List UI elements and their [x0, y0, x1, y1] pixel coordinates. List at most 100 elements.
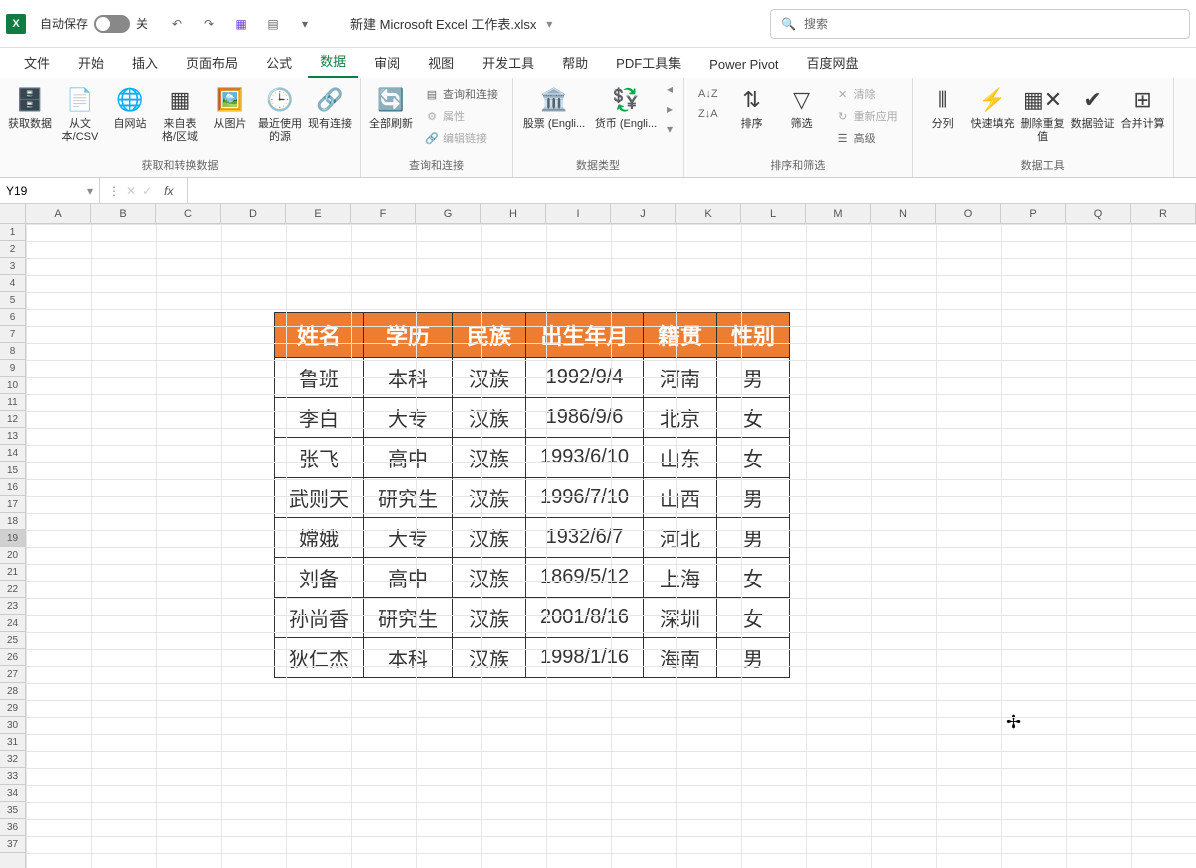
column-header-Q[interactable]: Q: [1066, 204, 1131, 223]
column-header-P[interactable]: P: [1001, 204, 1066, 223]
autosave-control[interactable]: 自动保存 关: [40, 15, 148, 33]
row-header-16[interactable]: 16: [0, 479, 25, 496]
row-header-34[interactable]: 34: [0, 785, 25, 802]
recent-sources-button[interactable]: 🕒最近使用的源: [256, 82, 304, 146]
row-header-24[interactable]: 24: [0, 615, 25, 632]
tab-file[interactable]: 文件: [12, 47, 62, 78]
grid-icon[interactable]: ▤: [264, 15, 282, 33]
redo-icon[interactable]: ↷: [200, 15, 218, 33]
tab-view[interactable]: 视图: [416, 47, 466, 78]
column-header-F[interactable]: F: [351, 204, 416, 223]
cancel-formula-icon[interactable]: ✕: [126, 184, 136, 198]
table-cell[interactable]: 男: [717, 518, 790, 558]
sort-button[interactable]: ⇅排序: [728, 82, 776, 133]
column-header-H[interactable]: H: [481, 204, 546, 223]
column-header-L[interactable]: L: [741, 204, 806, 223]
sort-asc-button[interactable]: A↓Z: [694, 86, 722, 102]
table-cell[interactable]: 汉族: [453, 398, 526, 438]
column-header-G[interactable]: G: [416, 204, 481, 223]
from-text-button[interactable]: 📄从文本/CSV: [56, 82, 104, 146]
flash-fill-button[interactable]: ⚡快速填充: [969, 82, 1017, 133]
row-header-13[interactable]: 13: [0, 428, 25, 445]
row-header-33[interactable]: 33: [0, 768, 25, 785]
properties-button[interactable]: ⚙属性: [421, 106, 502, 126]
row-header-2[interactable]: 2: [0, 241, 25, 258]
row-header-30[interactable]: 30: [0, 717, 25, 734]
table-cell[interactable]: 山西: [644, 478, 717, 518]
row-header-26[interactable]: 26: [0, 649, 25, 666]
from-table-button[interactable]: ▦来自表格/区域: [156, 82, 204, 146]
tab-baidu[interactable]: 百度网盘: [795, 47, 871, 78]
sort-desc-button[interactable]: Z↓A: [694, 106, 722, 122]
column-header-B[interactable]: B: [91, 204, 156, 223]
row-header-31[interactable]: 31: [0, 734, 25, 751]
column-header-C[interactable]: C: [156, 204, 221, 223]
stocks-button[interactable]: 🏛️股票 (Engli...: [519, 82, 589, 133]
title-dropdown-icon[interactable]: ▾: [546, 17, 552, 31]
row-header-32[interactable]: 32: [0, 751, 25, 768]
clear-filter-button[interactable]: ✕清除: [832, 84, 902, 104]
tab-pdf[interactable]: PDF工具集: [604, 47, 693, 78]
table-cell[interactable]: 1986/9/6: [526, 398, 644, 438]
table-cell[interactable]: 大专: [364, 518, 453, 558]
search-box[interactable]: 🔍 搜索: [770, 9, 1190, 39]
get-data-button[interactable]: 🗄️获取数据: [6, 82, 54, 133]
datatypes-prev-icon[interactable]: ◂: [667, 82, 673, 96]
row-header-35[interactable]: 35: [0, 802, 25, 819]
row-header-37[interactable]: 37: [0, 836, 25, 853]
filter-button[interactable]: ▽筛选: [778, 82, 826, 133]
datatypes-next-icon[interactable]: ▸: [667, 102, 673, 116]
row-header-4[interactable]: 4: [0, 275, 25, 292]
tab-home[interactable]: 开始: [66, 47, 116, 78]
tab-insert[interactable]: 插入: [120, 47, 170, 78]
row-header-22[interactable]: 22: [0, 581, 25, 598]
qat-more-icon[interactable]: ▾: [296, 15, 314, 33]
edit-links-button[interactable]: 🔗编辑链接: [421, 128, 502, 148]
data-validation-button[interactable]: ✔数据验证: [1069, 82, 1117, 133]
table-cell[interactable]: 男: [717, 638, 790, 678]
row-header-36[interactable]: 36: [0, 819, 25, 836]
row-header-19[interactable]: 19: [0, 530, 25, 547]
table-cell[interactable]: 北京: [644, 398, 717, 438]
table-cell[interactable]: 女: [717, 398, 790, 438]
currency-button[interactable]: 💱货币 (Engli...: [591, 82, 661, 133]
row-header-11[interactable]: 11: [0, 394, 25, 411]
tab-powerpivot[interactable]: Power Pivot: [697, 51, 790, 78]
row-header-3[interactable]: 3: [0, 258, 25, 275]
table-cell[interactable]: 汉族: [453, 478, 526, 518]
reapply-button[interactable]: ↻重新应用: [832, 106, 902, 126]
column-header-I[interactable]: I: [546, 204, 611, 223]
column-header-D[interactable]: D: [221, 204, 286, 223]
name-box-dropdown-icon[interactable]: ▾: [87, 184, 93, 198]
row-header-20[interactable]: 20: [0, 547, 25, 564]
table-cell[interactable]: 研究生: [364, 478, 453, 518]
row-header-14[interactable]: 14: [0, 445, 25, 462]
text-to-columns-button[interactable]: ⫴分列: [919, 82, 967, 133]
spreadsheet-grid[interactable]: ABCDEFGHIJKLMNOPQR 123456789101112131415…: [0, 204, 1196, 868]
row-header-29[interactable]: 29: [0, 700, 25, 717]
from-web-button[interactable]: 🌐自网站: [106, 82, 154, 133]
column-header-O[interactable]: O: [936, 204, 1001, 223]
datatypes-more-icon[interactable]: ▾: [667, 122, 673, 136]
autosave-toggle[interactable]: [94, 15, 130, 33]
table-cell[interactable]: 1993/6/10: [526, 438, 644, 478]
tab-data[interactable]: 数据: [308, 45, 358, 78]
name-box[interactable]: ▾: [0, 178, 100, 203]
column-header-M[interactable]: M: [806, 204, 871, 223]
row-header-12[interactable]: 12: [0, 411, 25, 428]
select-all-corner[interactable]: [0, 204, 26, 224]
column-header-K[interactable]: K: [676, 204, 741, 223]
advanced-filter-button[interactable]: ☰高级: [832, 128, 902, 148]
table-cell[interactable]: 河北: [644, 518, 717, 558]
table-cell[interactable]: 汉族: [453, 518, 526, 558]
remove-duplicates-button[interactable]: ▦✕删除重复值: [1019, 82, 1067, 146]
tab-review[interactable]: 审阅: [362, 47, 412, 78]
table-cell[interactable]: 本科: [364, 638, 453, 678]
tab-developer[interactable]: 开发工具: [470, 47, 546, 78]
row-header-7[interactable]: 7: [0, 326, 25, 343]
cells-area[interactable]: 姓名学历民族出生年月籍贯性别 鲁班本科汉族1992/9/4河南男李白大专汉族19…: [26, 224, 1196, 868]
table-cell[interactable]: 汉族: [453, 638, 526, 678]
column-header-N[interactable]: N: [871, 204, 936, 223]
row-header-9[interactable]: 9: [0, 360, 25, 377]
accept-formula-icon[interactable]: ✓: [142, 184, 152, 198]
